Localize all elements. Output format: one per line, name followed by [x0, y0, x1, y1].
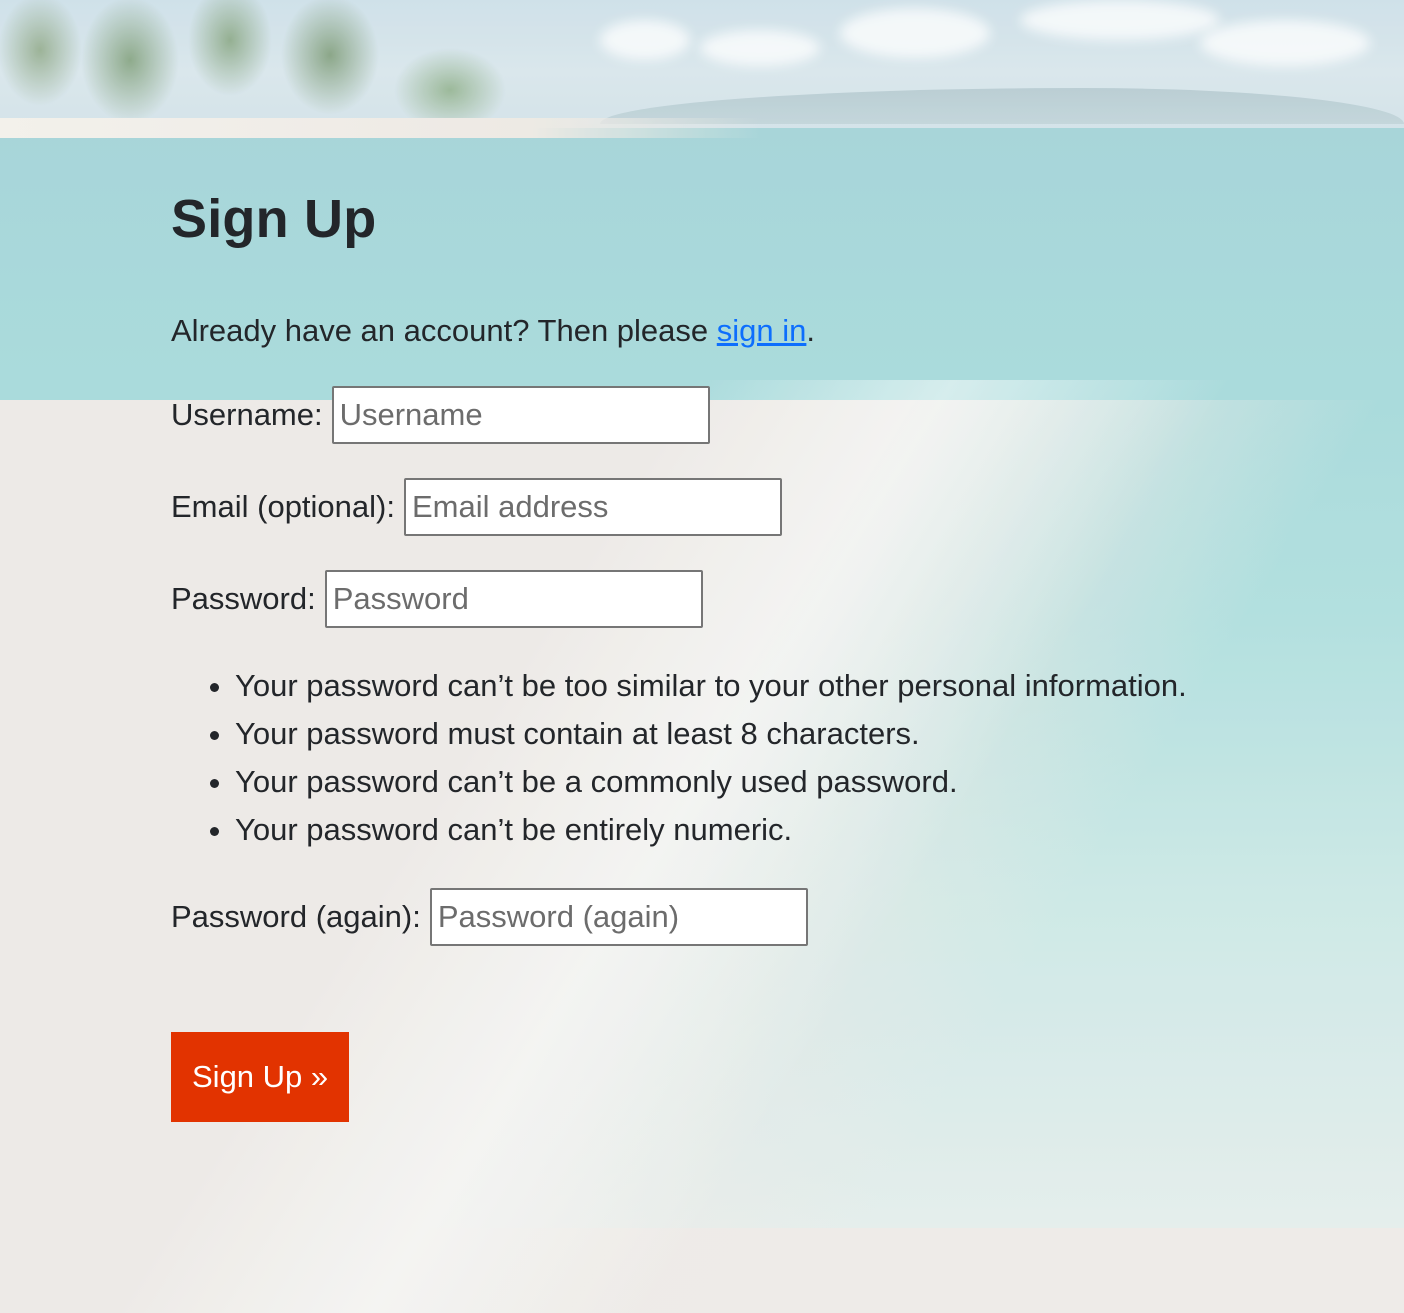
password-again-input[interactable] — [429, 888, 808, 946]
password-requirement: Your password can’t be too similar to yo… — [235, 662, 1291, 710]
password-requirement: Your password can’t be entirely numeric. — [235, 806, 1291, 854]
password-requirements: Your password can’t be too similar to yo… — [171, 662, 1291, 854]
password-requirement: Your password can’t be a commonly used p… — [235, 758, 1291, 806]
email-input[interactable] — [403, 478, 782, 536]
username-input[interactable] — [331, 386, 710, 444]
email-row: Email (optional): — [171, 478, 1291, 536]
password-input[interactable] — [324, 570, 703, 628]
sign-in-link[interactable]: sign in — [717, 313, 807, 348]
page-title: Sign Up — [171, 189, 377, 249]
signin-prompt: Already have an account? Then please sig… — [171, 310, 1291, 352]
password-row: Password: — [171, 570, 1291, 628]
sign-up-button[interactable]: Sign Up » — [171, 1032, 350, 1122]
password-label: Password: — [171, 581, 316, 616]
password-again-row: Password (again): — [171, 888, 1291, 946]
signin-prompt-end: . — [806, 313, 815, 348]
username-label: Username: — [171, 397, 323, 432]
password-requirement: Your password must contain at least 8 ch… — [235, 710, 1291, 758]
signup-form: Username: Email (optional): Password: Yo… — [171, 386, 1291, 1122]
password-again-label: Password (again): — [171, 899, 421, 934]
email-label: Email (optional): — [171, 489, 395, 524]
username-row: Username: — [171, 386, 1291, 444]
signin-prompt-text: Already have an account? Then please — [171, 313, 717, 348]
signup-container: Sign Up Already have an account? Then pl… — [171, 182, 1291, 1122]
